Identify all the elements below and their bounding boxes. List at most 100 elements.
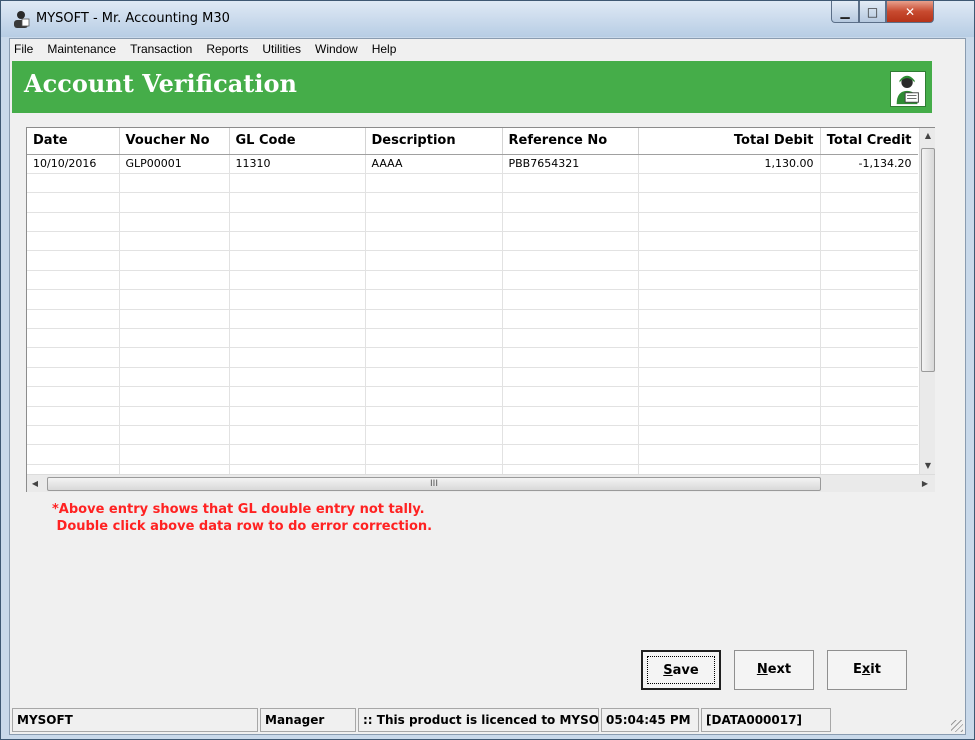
empty-cell[interactable] — [27, 367, 120, 388]
empty-cell[interactable] — [820, 406, 918, 426]
empty-cell[interactable] — [27, 347, 120, 368]
empty-cell[interactable] — [502, 173, 639, 194]
empty-cell[interactable] — [638, 367, 821, 388]
empty-cell[interactable] — [229, 231, 366, 252]
empty-cell[interactable] — [365, 444, 503, 465]
empty-cell[interactable] — [27, 212, 120, 233]
empty-cell[interactable] — [502, 289, 639, 310]
empty-row[interactable] — [27, 212, 918, 233]
col-header-description[interactable]: Description — [365, 128, 503, 155]
empty-row[interactable] — [27, 406, 918, 426]
empty-cell[interactable] — [365, 192, 503, 213]
empty-cell[interactable] — [365, 309, 503, 330]
empty-cell[interactable] — [502, 270, 639, 291]
empty-cell[interactable] — [229, 464, 366, 474]
empty-cell[interactable] — [365, 328, 503, 349]
empty-cell[interactable] — [119, 192, 230, 213]
empty-row[interactable] — [27, 309, 918, 330]
empty-cell[interactable] — [119, 231, 230, 252]
empty-cell[interactable] — [820, 309, 918, 330]
horizontal-scrollbar[interactable]: ◀ III ▶ — [27, 474, 935, 492]
empty-row[interactable] — [27, 270, 918, 291]
cell-total-debit[interactable]: 1,130.00 — [638, 154, 821, 174]
empty-row[interactable] — [27, 231, 918, 252]
empty-cell[interactable] — [27, 192, 120, 213]
empty-cell[interactable] — [638, 231, 821, 252]
empty-cell[interactable] — [820, 425, 918, 446]
empty-row[interactable] — [27, 347, 918, 368]
empty-cell[interactable] — [27, 250, 120, 271]
col-header-total-credit[interactable]: Total Credit — [820, 128, 918, 155]
empty-cell[interactable] — [229, 444, 366, 465]
empty-cell[interactable] — [502, 347, 639, 368]
empty-cell[interactable] — [229, 212, 366, 233]
empty-cell[interactable] — [119, 386, 230, 407]
horizontal-scroll-thumb[interactable]: III — [47, 477, 821, 491]
menu-transaction[interactable]: Transaction — [123, 42, 199, 56]
empty-cell[interactable] — [365, 367, 503, 388]
empty-cell[interactable] — [502, 386, 639, 407]
empty-cell[interactable] — [820, 212, 918, 233]
empty-cell[interactable] — [502, 309, 639, 330]
menu-maintenance[interactable]: Maintenance — [40, 42, 123, 56]
empty-cell[interactable] — [119, 173, 230, 194]
empty-cell[interactable] — [27, 270, 120, 291]
empty-cell[interactable] — [638, 270, 821, 291]
empty-cell[interactable] — [638, 309, 821, 330]
empty-cell[interactable] — [638, 406, 821, 426]
empty-cell[interactable] — [365, 173, 503, 194]
empty-cell[interactable] — [820, 289, 918, 310]
empty-cell[interactable] — [365, 425, 503, 446]
empty-cell[interactable] — [229, 406, 366, 426]
cell-reference-no[interactable]: PBB7654321 — [502, 154, 639, 174]
empty-cell[interactable] — [27, 328, 120, 349]
empty-cell[interactable] — [502, 464, 639, 474]
menu-file[interactable]: File — [10, 42, 40, 56]
col-header-reference-no[interactable]: Reference No — [502, 128, 639, 155]
empty-cell[interactable] — [27, 444, 120, 465]
cell-description[interactable]: AAAA — [365, 154, 503, 174]
col-header-gl-code[interactable]: GL Code — [229, 128, 366, 155]
empty-cell[interactable] — [820, 231, 918, 252]
empty-cell[interactable] — [365, 212, 503, 233]
empty-row[interactable] — [27, 386, 918, 407]
empty-row[interactable] — [27, 173, 918, 194]
empty-cell[interactable] — [638, 444, 821, 465]
empty-cell[interactable] — [638, 250, 821, 271]
empty-cell[interactable] — [229, 192, 366, 213]
empty-cell[interactable] — [820, 347, 918, 368]
empty-cell[interactable] — [365, 250, 503, 271]
empty-cell[interactable] — [638, 425, 821, 446]
empty-cell[interactable] — [27, 289, 120, 310]
empty-cell[interactable] — [638, 289, 821, 310]
empty-cell[interactable] — [365, 406, 503, 426]
empty-cell[interactable] — [820, 444, 918, 465]
empty-cell[interactable] — [820, 386, 918, 407]
empty-cell[interactable] — [27, 406, 120, 426]
empty-cell[interactable] — [229, 173, 366, 194]
scroll-up-icon[interactable]: ▲ — [920, 128, 936, 144]
menu-help[interactable]: Help — [365, 42, 404, 56]
empty-cell[interactable] — [638, 212, 821, 233]
title-bar[interactable]: MYSOFT - Mr. Accounting M30 ▁ □ ✕ — [1, 1, 974, 37]
table-row[interactable]: 10/10/2016 GLP00001 11310 AAAA PBB765432… — [27, 154, 918, 174]
empty-row[interactable] — [27, 192, 918, 213]
minimize-button[interactable]: ▁ — [831, 1, 859, 23]
empty-cell[interactable] — [229, 309, 366, 330]
cell-total-credit[interactable]: -1,134.20 — [820, 154, 918, 174]
empty-cell[interactable] — [502, 192, 639, 213]
empty-cell[interactable] — [119, 212, 230, 233]
empty-cell[interactable] — [502, 250, 639, 271]
empty-cell[interactable] — [820, 250, 918, 271]
empty-cell[interactable] — [502, 212, 639, 233]
empty-cell[interactable] — [229, 250, 366, 271]
empty-cell[interactable] — [365, 231, 503, 252]
empty-cell[interactable] — [502, 367, 639, 388]
col-header-total-debit[interactable]: Total Debit — [638, 128, 821, 155]
verification-grid[interactable]: Date Voucher No GL Code Description Refe… — [26, 127, 935, 492]
empty-cell[interactable] — [27, 464, 120, 474]
col-header-date[interactable]: Date — [27, 128, 120, 155]
empty-cell[interactable] — [119, 309, 230, 330]
menu-reports[interactable]: Reports — [199, 42, 255, 56]
scroll-left-icon[interactable]: ◀ — [27, 475, 43, 492]
